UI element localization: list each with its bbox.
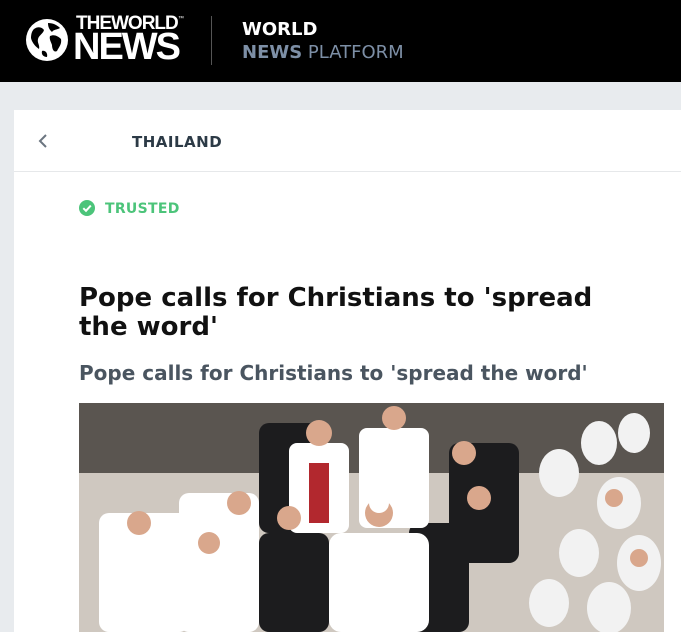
article-headline: Pope calls for Christians to 'spread the… [79, 283, 593, 342]
photo-illustration [79, 403, 664, 632]
check-circle-icon [79, 200, 95, 216]
section-nav: THAILAND [14, 110, 681, 172]
chevron-left-icon[interactable] [36, 130, 54, 152]
platform-subtitle: NEWS PLATFORM [242, 43, 404, 63]
section-title[interactable]: THAILAND [132, 133, 222, 151]
logo-trademark: ™ [178, 16, 184, 22]
article-photo[interactable] [79, 403, 664, 632]
logo-wordmark-bottom: NEWS [73, 26, 181, 68]
platform-subtitle-light: PLATFORM [307, 42, 404, 63]
platform-subtitle-bold: NEWS [242, 42, 303, 63]
site-header: THEWORLD ™ NEWS WORLD NEWS PLATFORM [0, 0, 681, 82]
globe-icon [26, 19, 68, 61]
site-logo[interactable]: THEWORLD ™ NEWS [24, 14, 184, 66]
article-card: THAILAND TRUSTED Pope calls for Christia… [14, 110, 681, 632]
trusted-label: TRUSTED [105, 201, 180, 217]
platform-title: WORLD [242, 19, 318, 40]
header-divider [211, 16, 212, 65]
article-subheadline: Pope calls for Christians to 'spread the… [79, 361, 588, 385]
